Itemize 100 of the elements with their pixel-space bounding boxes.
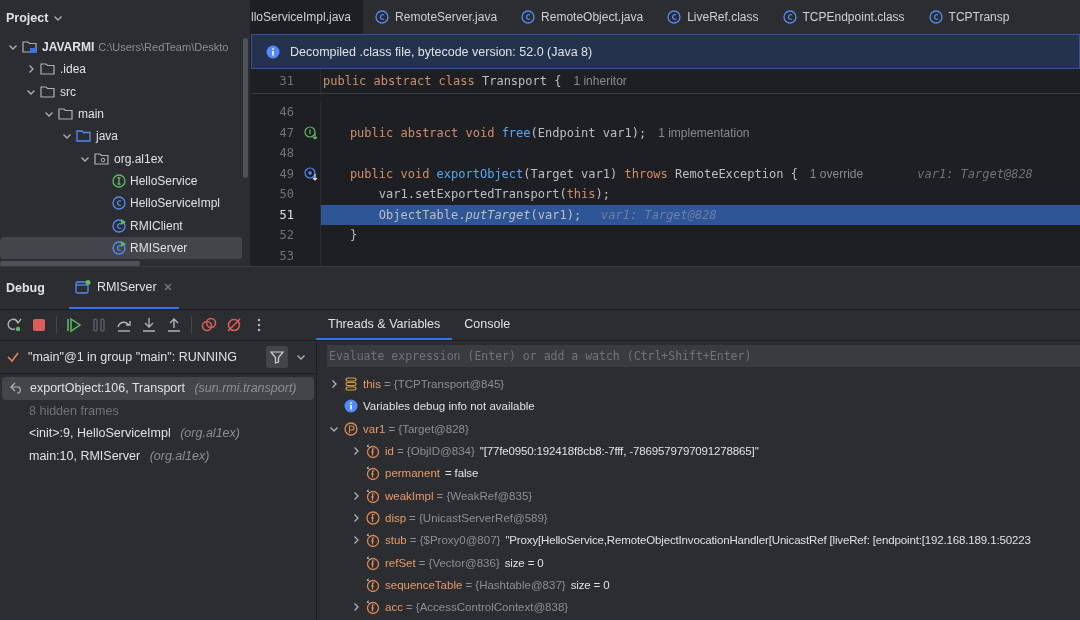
variable-ref: = {$Proxy0@807}	[409, 534, 501, 547]
variable-value: = false	[445, 467, 479, 480]
variable-ref: = {TCPTransport@845}	[383, 378, 505, 391]
folder-icon	[58, 107, 74, 122]
variable-name: weakImpl	[385, 489, 434, 502]
mute-breakpoints-icon[interactable]	[226, 317, 242, 333]
tree-item[interactable]: RMIClient	[0, 214, 242, 237]
panel-title[interactable]: Project	[6, 11, 49, 25]
breakpoints-icon[interactable]	[201, 317, 217, 333]
line-number: 31	[278, 74, 295, 88]
code-text: ObjectTable.putTarget(var1);	[377, 207, 582, 222]
view-tab[interactable]: Console	[452, 310, 523, 340]
editor-tab[interactable]: LiveRef.class	[655, 0, 771, 35]
panel-title: Debug	[5, 281, 46, 295]
line-number: 46	[278, 105, 295, 120]
folder-icon	[76, 129, 92, 144]
editor-tab[interactable]: TCPTransp	[916, 0, 1022, 35]
variable-name: refSet	[385, 556, 416, 569]
tree-item[interactable]: org.al1ex	[0, 147, 242, 170]
tree-item[interactable]: JAVARMI C:\Users\RedTeam\Deskto	[0, 36, 242, 59]
resume-icon[interactable]	[66, 317, 82, 333]
step-out-icon[interactable]	[166, 317, 182, 333]
return-arrow-icon	[10, 382, 24, 395]
variable-ref: = {Hashtable@837}	[465, 578, 566, 591]
variable-name: acc	[385, 601, 403, 614]
line-number: 50	[278, 187, 295, 202]
chevron-down-icon[interactable]	[53, 13, 64, 23]
tree-item[interactable]: .idea	[0, 58, 242, 81]
variable-name: disp	[385, 511, 407, 524]
code-text: public abstract class Transport {	[323, 74, 562, 88]
tree-item[interactable]: src	[0, 80, 242, 103]
final-field-icon	[366, 600, 380, 615]
line-number: 49	[278, 166, 295, 181]
scrollbar[interactable]	[243, 38, 248, 178]
stack-frame[interactable]: exportObject:106, Transport (sun.rmi.transport)	[2, 377, 314, 400]
chevron-down-icon[interactable]	[296, 352, 306, 362]
stop-icon[interactable]	[31, 317, 47, 333]
tree-item[interactable]: HelloServiceImpl	[0, 192, 242, 215]
line-number: 48	[278, 146, 295, 161]
code-text: }	[348, 228, 358, 243]
code-hint[interactable]: 1 implementation	[658, 125, 750, 140]
editor-tab[interactable]: RemoteObject.java	[509, 0, 656, 35]
variable-name: permanent	[385, 467, 440, 480]
variable-name: var1	[363, 422, 386, 435]
runnable-class-icon	[112, 240, 126, 255]
editor-tab[interactable]: TCPEndpoint.class	[770, 0, 917, 35]
chevron-right-icon[interactable]	[351, 535, 361, 546]
runnable-class-icon	[112, 218, 126, 233]
code-hint[interactable]: 1 override	[809, 166, 864, 181]
tree-item[interactable]: java	[0, 125, 242, 148]
final-field-icon	[366, 555, 380, 570]
field-icon	[366, 510, 380, 525]
editor-tab[interactable]: lloServiceImpl.java	[251, 0, 364, 35]
evaluate-field[interactable]: Evaluate expression (Enter) or add a watch (Ctrl+Shift+Enter)	[327, 345, 1080, 367]
variable-name: stub	[385, 534, 407, 547]
folder-icon	[40, 84, 56, 99]
thread-selector[interactable]: "main"@1 in group "main": RUNNING	[28, 350, 258, 364]
variable-value: "[77fe0950:192418f8cb8:-7fff, -7869579797091278865]"	[479, 445, 759, 458]
debug-tab[interactable]: RMIServer	[68, 267, 179, 309]
variable-ref: = {Target@828}	[388, 422, 469, 435]
final-field-icon	[366, 577, 380, 592]
step-into-icon[interactable]	[141, 317, 157, 333]
variable-ref: = {UnicastServerRef@589}	[409, 511, 548, 524]
chevron-right-icon[interactable]	[351, 512, 361, 523]
stack-frame[interactable]: main:10, RMIServer (org.al1ex)	[2, 444, 314, 467]
chevron-right-icon[interactable]	[351, 490, 361, 501]
info-icon	[344, 399, 358, 414]
tree-item[interactable]: main	[0, 102, 242, 126]
banner-text: Decompiled .class file, bytecode version: 52.0 (Java 8)	[290, 44, 593, 59]
tree-item[interactable]: HelloService	[0, 169, 242, 193]
variable-value: size = 0	[570, 578, 610, 591]
scrollbar[interactable]	[0, 260, 140, 266]
filter-icon[interactable]	[266, 346, 288, 368]
info-icon	[266, 44, 280, 59]
final-field-icon	[366, 488, 380, 503]
chevron-right-icon[interactable]	[329, 379, 339, 390]
stack-frame[interactable]: <init>:9, HelloServiceImpl (org.al1ex)	[2, 422, 314, 445]
editor-tab[interactable]: RemoteServer.java	[363, 0, 510, 35]
window-icon	[74, 280, 91, 294]
chevron-right-icon[interactable]	[351, 602, 361, 613]
variable-ref: = {WeakRef@835}	[436, 489, 533, 502]
stack-icon	[344, 377, 358, 392]
variable-ref: = {ObjID@834}	[396, 445, 475, 458]
final-field-icon	[366, 533, 380, 548]
rerun-icon[interactable]	[6, 317, 22, 333]
chevron-right-icon[interactable]	[26, 64, 36, 75]
variable-value: "Proxy[HelloService,RemoteObjectInvocationHandler[UnicastRef [liveRef: [endpoint:[192.168.189.1:50223	[505, 534, 1031, 547]
chevron-right-icon[interactable]	[351, 446, 361, 457]
code-hint[interactable]: 1 inheritor	[573, 74, 627, 88]
line-number: 51	[278, 207, 295, 222]
package-icon	[94, 151, 110, 166]
variable-ref: = {AccessControlContext@838}	[405, 601, 569, 614]
line-number: 53	[278, 248, 295, 263]
variable-name: id	[385, 445, 394, 458]
code-text: public void exportObject(Target var1) throws RemoteException {	[348, 166, 798, 181]
close-icon[interactable]	[162, 282, 173, 292]
interface-icon	[112, 173, 126, 188]
final-field-icon	[366, 444, 380, 459]
variable-value: size = 0	[504, 556, 544, 569]
tree-item[interactable]: RMIServer	[0, 236, 242, 259]
